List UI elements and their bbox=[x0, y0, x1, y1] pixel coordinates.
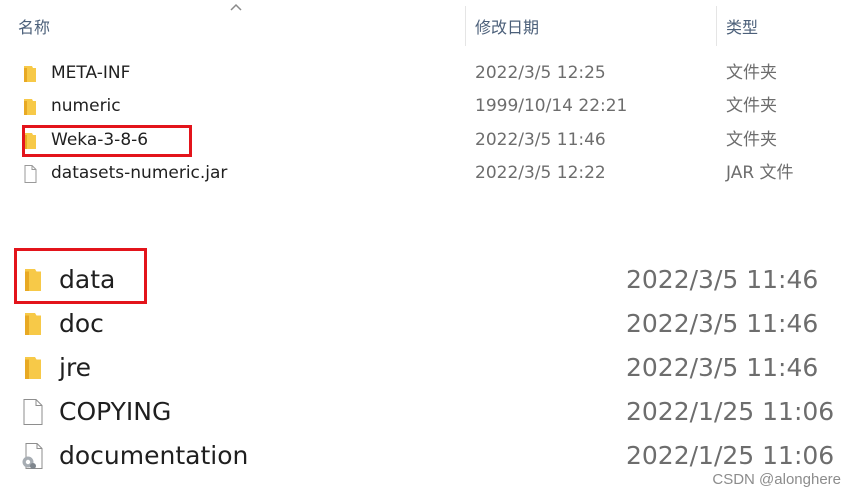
file-type: 文件夹 bbox=[726, 96, 777, 116]
file-name: numeric bbox=[51, 96, 121, 116]
file-name: jre bbox=[59, 353, 92, 382]
file-date: 1999/10/14 22:21 bbox=[475, 96, 628, 116]
column-divider[interactable] bbox=[465, 6, 466, 46]
file-date: 2022/3/5 11:46 bbox=[626, 265, 819, 294]
file-icon bbox=[23, 399, 43, 425]
file-explorer-list: 名称 修改日期 类型 META-INF 2022/3/5 12:25 文件夹 n… bbox=[0, 0, 853, 200]
column-header-name[interactable]: 名称 bbox=[18, 0, 458, 47]
watermark: CSDN @alonghere bbox=[712, 471, 841, 488]
column-header-type[interactable]: 类型 bbox=[726, 0, 846, 47]
file-type: 文件夹 bbox=[726, 63, 777, 83]
file-name: datasets-numeric.jar bbox=[51, 163, 228, 183]
file-date: 2022/3/5 11:46 bbox=[626, 309, 819, 338]
folder-icon bbox=[24, 99, 36, 115]
file-name: doc bbox=[59, 309, 104, 338]
weka-folder-list: data 2022/3/5 11:46 doc 2022/3/5 11:46 j… bbox=[0, 248, 853, 496]
file-date: 2022/3/5 11:46 bbox=[475, 130, 606, 150]
file-name: Weka-3-8-6 bbox=[51, 130, 149, 150]
file-row-copying[interactable]: COPYING 2022/1/25 11:06 bbox=[0, 390, 853, 434]
file-type: JAR 文件 bbox=[726, 163, 794, 183]
file-type: 文件夹 bbox=[726, 130, 777, 150]
file-icon bbox=[24, 165, 37, 183]
file-date: 2022/3/5 12:22 bbox=[475, 163, 606, 183]
column-divider[interactable] bbox=[716, 6, 717, 46]
folder-icon bbox=[25, 313, 41, 335]
file-name: data bbox=[59, 265, 116, 294]
file-date: 2022/1/25 11:06 bbox=[626, 397, 835, 426]
file-name: COPYING bbox=[59, 397, 172, 426]
folder-icon bbox=[24, 66, 36, 82]
file-row-meta-inf[interactable]: META-INF 2022/3/5 12:25 文件夹 bbox=[0, 57, 853, 90]
file-date: 2022/3/5 11:46 bbox=[626, 353, 819, 382]
file-row-datasets-jar[interactable]: datasets-numeric.jar 2022/3/5 12:22 JAR … bbox=[0, 157, 853, 190]
settings-file-icon bbox=[22, 443, 43, 469]
folder-icon bbox=[25, 269, 41, 291]
file-row-jre[interactable]: jre 2022/3/5 11:46 bbox=[0, 346, 853, 390]
column-header-date-modified[interactable]: 修改日期 bbox=[475, 0, 705, 47]
folder-icon bbox=[25, 357, 41, 379]
file-row-doc[interactable]: doc 2022/3/5 11:46 bbox=[0, 302, 853, 346]
file-date: 2022/3/5 12:25 bbox=[475, 63, 606, 83]
file-row-numeric[interactable]: numeric 1999/10/14 22:21 文件夹 bbox=[0, 90, 853, 123]
file-row-weka[interactable]: Weka-3-8-6 2022/3/5 11:46 文件夹 bbox=[0, 124, 853, 157]
folder-icon bbox=[24, 133, 36, 149]
file-row-data[interactable]: data 2022/3/5 11:46 bbox=[0, 258, 853, 302]
file-name: documentation bbox=[59, 441, 249, 470]
file-name: META-INF bbox=[51, 63, 131, 83]
